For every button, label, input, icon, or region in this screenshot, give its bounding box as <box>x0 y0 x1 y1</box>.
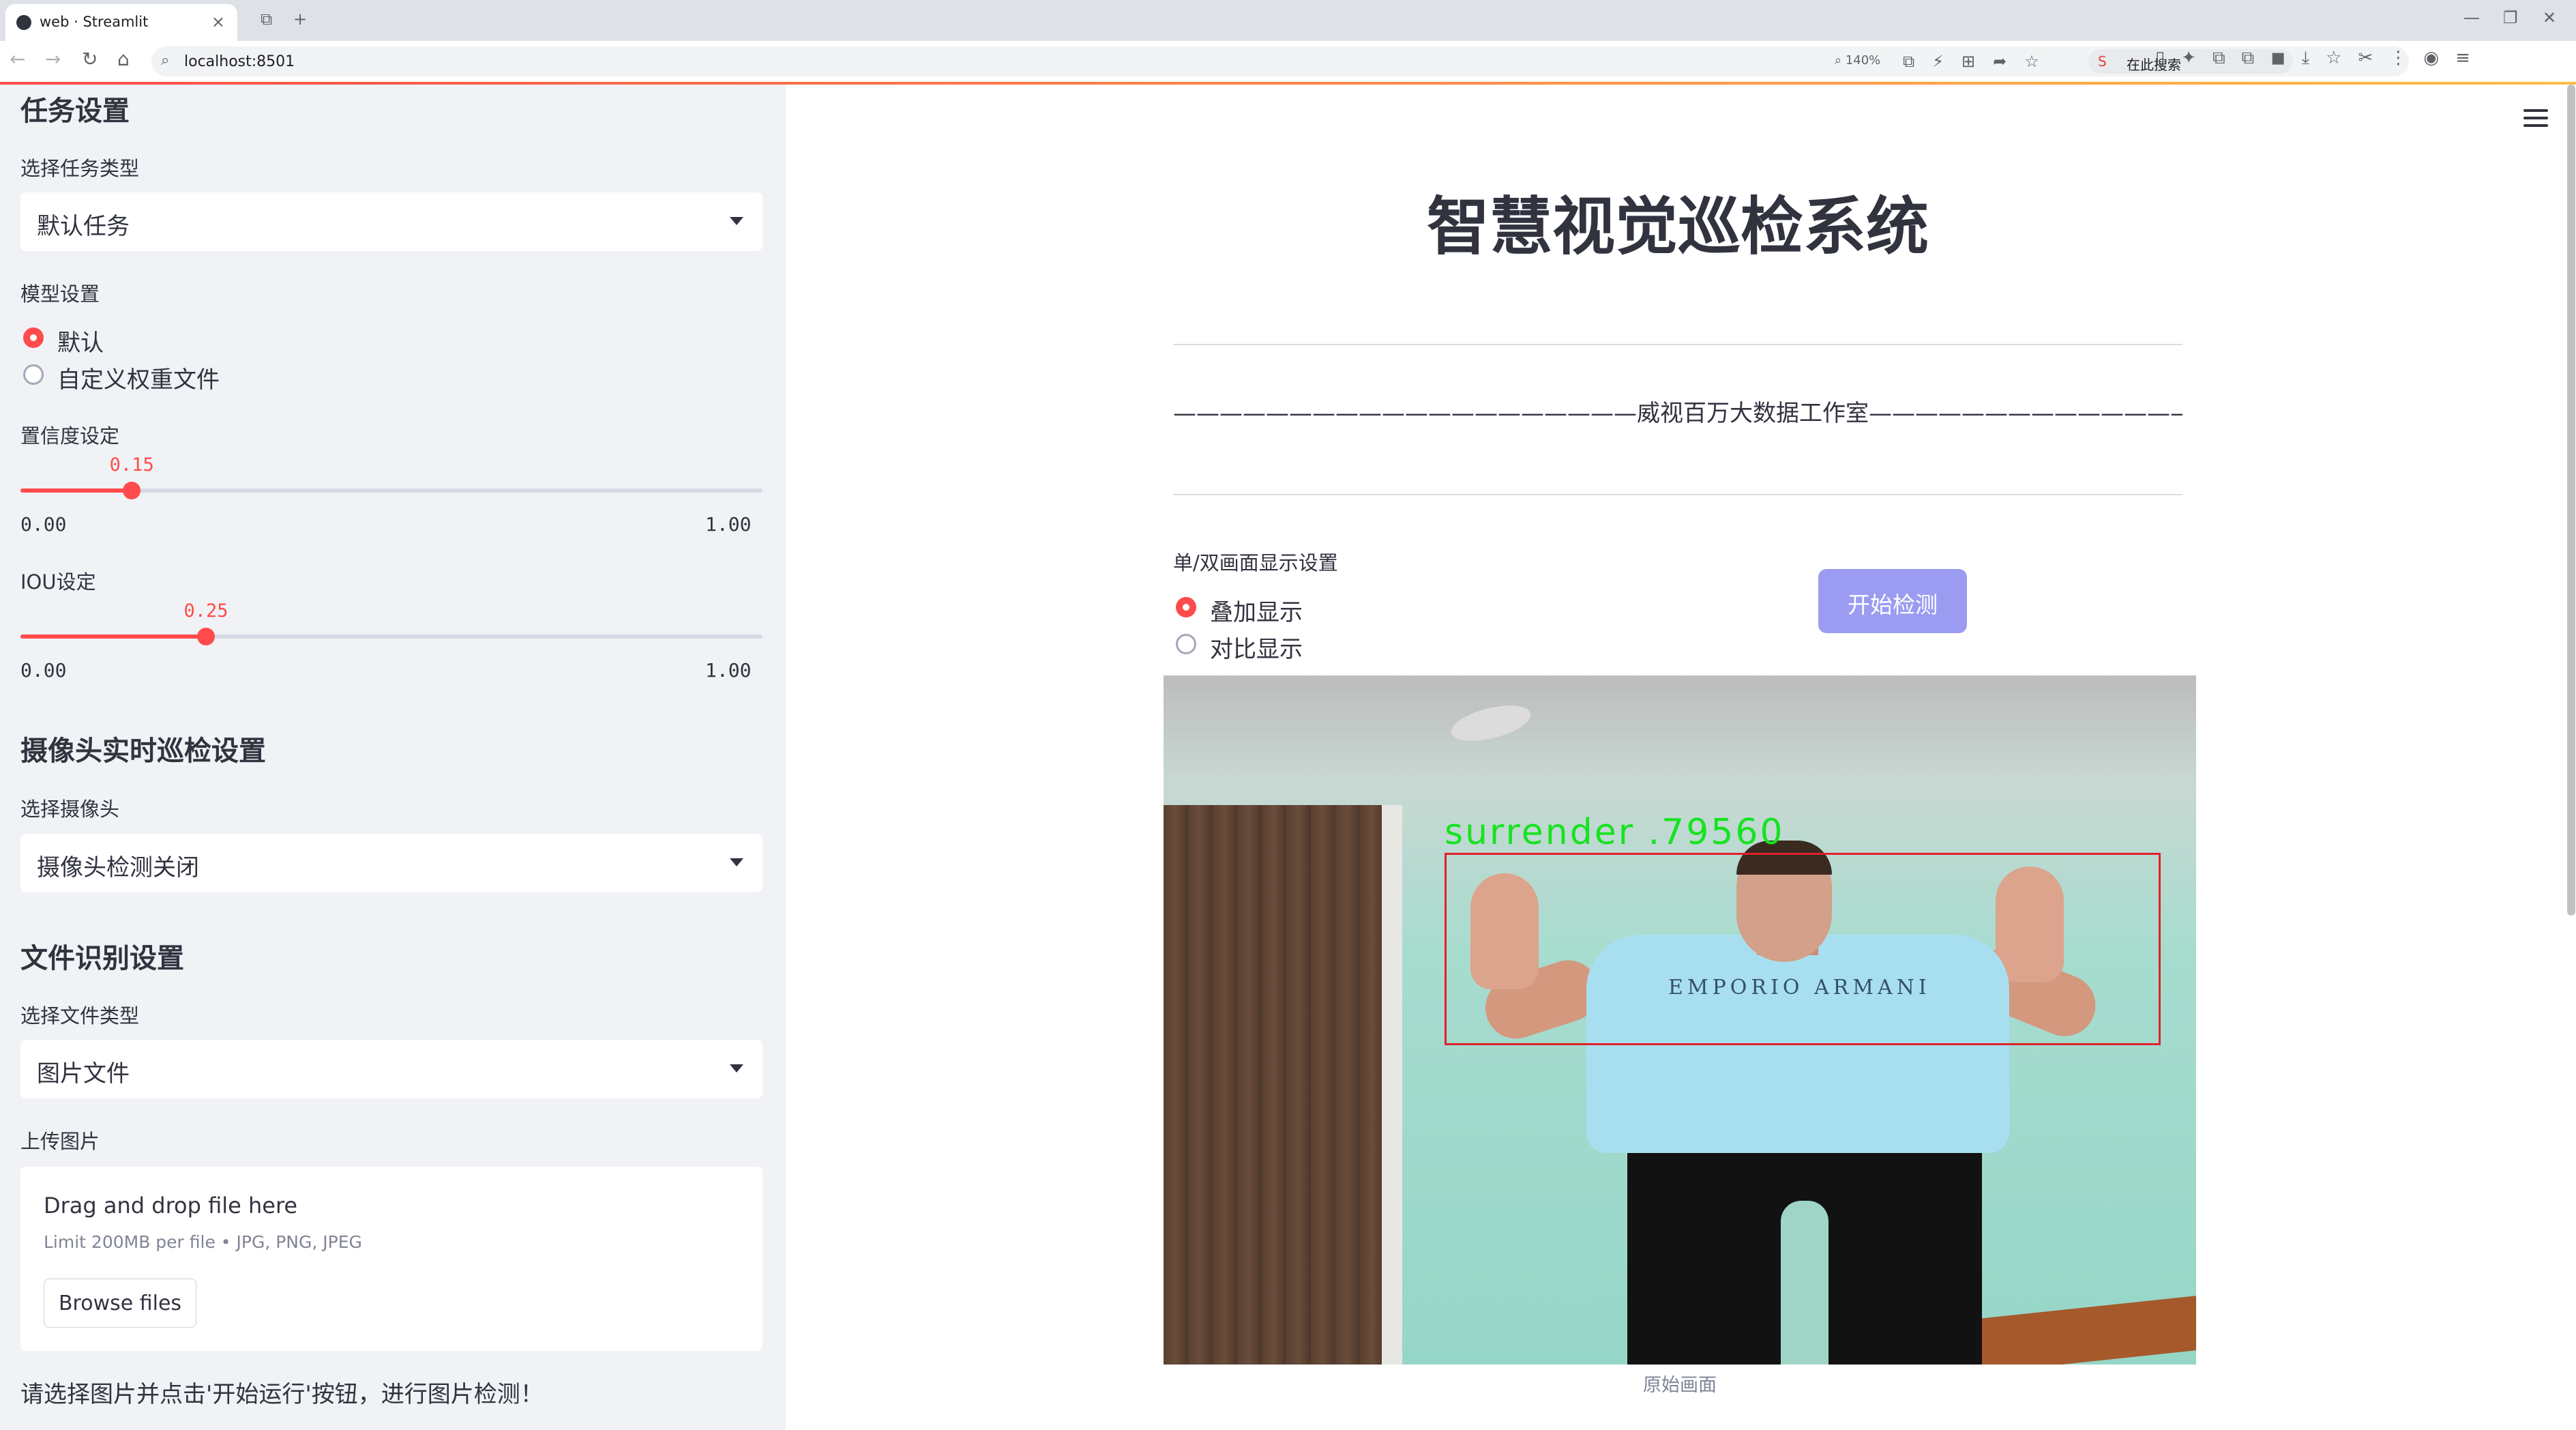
iou-min: 0.00 <box>20 659 67 682</box>
confidence-value: 0.15 <box>109 454 154 476</box>
start-detection-button[interactable]: 开始检测 <box>1818 569 1967 633</box>
file-type-select[interactable]: 图片文件 <box>20 1040 763 1098</box>
chevron-down-icon <box>730 217 743 225</box>
confidence-max: 1.00 <box>705 513 752 536</box>
restore-icon[interactable]: ❐ <box>2503 8 2518 27</box>
camera-label: 选择摄像头 <box>20 798 120 821</box>
address-bar-icons[interactable]: ⧉⚡⊞➦☆ <box>1903 52 2057 71</box>
display-option-label: 叠加显示 <box>1210 599 1303 626</box>
camera-settings-heading: 摄像头实时巡检设置 <box>20 735 266 767</box>
page-title: 智慧视觉巡检系统 <box>1426 190 1929 263</box>
upload-image-label: 上传图片 <box>20 1130 100 1153</box>
image-caption: 原始画面 <box>1643 1375 1717 1396</box>
chevron-down-icon <box>730 858 743 866</box>
iou-slider[interactable] <box>20 628 763 645</box>
radio-selected-icon <box>23 327 44 348</box>
reload-icon[interactable]: ↻ <box>82 48 98 70</box>
radio-selected-icon <box>1176 597 1196 617</box>
task-settings-heading: 任务设置 <box>20 96 130 127</box>
close-window-icon[interactable]: ✕ <box>2543 8 2556 27</box>
confidence-slider-thumb[interactable] <box>123 482 141 499</box>
task-type-label: 选择任务类型 <box>20 157 140 180</box>
iou-slider-fill <box>20 634 206 639</box>
divider <box>1173 494 2182 495</box>
radio-unselected-icon <box>1176 634 1196 654</box>
browser-tab[interactable]: web · Streamlit × <box>5 4 237 41</box>
tab-title: web · Streamlit <box>40 14 149 30</box>
display-mode-label: 单/双画面显示设置 <box>1173 551 1338 574</box>
new-tab-icon[interactable]: + <box>293 10 307 29</box>
tab-groups-icon[interactable]: ⧉ <box>261 10 272 29</box>
tab-close-icon[interactable]: × <box>211 12 225 31</box>
search-engine-logo-icon: S <box>2098 53 2107 70</box>
radio-unselected-icon <box>23 364 44 385</box>
chevron-down-icon <box>730 1064 743 1072</box>
start-detection-label: 开始检测 <box>1848 592 1938 618</box>
camera-select[interactable]: 摄像头检测关闭 <box>20 834 763 892</box>
url-text[interactable]: localhost:8501 <box>184 53 295 70</box>
file-type-value: 图片文件 <box>37 1060 130 1088</box>
display-option-label: 对比显示 <box>1210 636 1303 663</box>
detection-label: surrender .79560 <box>1445 812 1785 853</box>
home-icon[interactable]: ⌂ <box>117 48 130 70</box>
zoom-level: 140% <box>1845 53 1881 68</box>
camera-value: 摄像头检测关闭 <box>37 854 199 881</box>
task-type-value: 默认任务 <box>37 213 130 240</box>
iou-label: IOU设定 <box>20 570 96 594</box>
uploader-title: Drag and drop file here <box>44 1193 298 1219</box>
forward-icon[interactable]: → <box>45 48 61 70</box>
menu-icon[interactable] <box>2523 109 2548 130</box>
file-settings-heading: 文件识别设置 <box>20 943 184 974</box>
divider <box>1173 344 2182 345</box>
browser-tab-strip: web · Streamlit × ⧉ + — ❐ ✕ <box>0 0 2576 41</box>
task-type-select[interactable]: 默认任务 <box>20 192 763 251</box>
image-door <box>1164 805 1382 1365</box>
streamlit-favicon-icon <box>16 15 31 30</box>
address-bar[interactable]: ⌕ localhost:8501 ⌕ 140% ⧉⚡⊞➦☆ S 在此搜索 <box>151 46 2409 76</box>
confidence-label: 置信度设定 <box>20 424 120 448</box>
detection-result-image: EMPORIO ARMANI surrender .79560 <box>1164 675 2196 1365</box>
browse-files-label: Browse files <box>58 1292 182 1315</box>
extension-icons[interactable]: ▯✦⧉⧉◼⤓☆✂⋮◉≡ <box>2155 48 2487 69</box>
search-icon: ⌕ <box>161 52 170 69</box>
iou-value: 0.25 <box>183 600 228 622</box>
back-icon[interactable]: ← <box>10 48 25 70</box>
zoom-indicator[interactable]: ⌕ 140% <box>1835 53 1880 68</box>
confidence-slider-fill <box>20 488 132 493</box>
uploader-limit: Limit 200MB per file • JPG, PNG, JPEG <box>44 1232 362 1252</box>
sidebar-instruction: 请选择图片并点击'开始运行'按钮，进行图片检测！ <box>20 1381 544 1408</box>
studio-subtitle: ————————————————————威视百万大数据工作室——————————… <box>1173 400 2182 427</box>
confidence-slider[interactable] <box>20 482 763 499</box>
browser-toolbar: ← → ↻ ⌂ ⌕ localhost:8501 ⌕ 140% ⧉⚡⊞➦☆ S … <box>0 41 2576 83</box>
file-uploader-dropzone[interactable]: Drag and drop file here Limit 200MB per … <box>20 1167 763 1351</box>
iou-slider-thumb[interactable] <box>197 628 215 645</box>
model-option-label: 自定义权重文件 <box>57 366 220 394</box>
page-scrollbar[interactable] <box>2567 85 2575 916</box>
file-type-label: 选择文件类型 <box>20 1004 140 1027</box>
iou-max: 1.00 <box>705 659 752 682</box>
browse-files-button[interactable]: Browse files <box>44 1279 196 1328</box>
detection-bounding-box <box>1445 853 2161 1045</box>
model-settings-label: 模型设置 <box>20 282 100 306</box>
image-leg-gap <box>1781 1201 1829 1365</box>
confidence-min: 0.00 <box>20 513 67 536</box>
image-doorframe <box>1382 805 1402 1365</box>
minimize-icon[interactable]: — <box>2463 8 2480 27</box>
model-option-label: 默认 <box>57 330 104 357</box>
